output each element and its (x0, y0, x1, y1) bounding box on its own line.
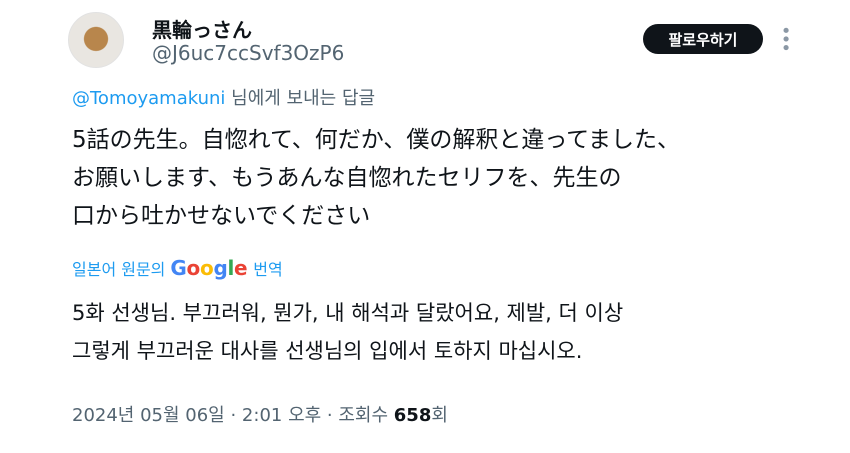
tweet-meta: 2024년 05월 06일 · 2:01 오후 · 조회수 658회 (72, 401, 448, 427)
reply-mention-link[interactable]: @Tomoyamakuni (72, 88, 225, 109)
more-dots-icon[interactable]: ••• (775, 25, 796, 51)
tweet-text-line: お願いします、もうあんな自惚れたセリフを、先生の (72, 165, 622, 191)
tweet-text-line: 口から吐かせないでください (72, 203, 371, 229)
translation-attribution[interactable]: 일본어 원문의 Google 번역 (72, 256, 283, 280)
reply-context-label: 님에게 보내는 답글 (225, 88, 376, 109)
tweet-date[interactable]: 2024년 05월 06일 (72, 405, 225, 426)
tweet-text-line: 5話の先生。自惚れて、何だか、僕の解釈と違ってました、 (72, 127, 681, 153)
translated-text-line: 5화 선생님. 부끄러워, 뭔가, 내 해석과 달랐어요, 제발, 더 이상 (72, 301, 624, 325)
meta-separator: · (321, 405, 339, 426)
tweet-time[interactable]: 2:01 오후 (242, 405, 321, 426)
reply-context: @Tomoyamakuni 님에게 보내는 답글 (72, 84, 375, 110)
translation-source-label: 일본어 원문의 (72, 260, 166, 279)
avatar[interactable] (68, 12, 124, 68)
google-logo: Google (170, 256, 248, 280)
tweet-text: 5話の先生。自惚れて、何だか、僕の解釈と違ってました、 お願いします、もうあんな… (72, 121, 812, 235)
follow-button[interactable]: 팔로우하기 (643, 24, 763, 54)
translation-label: 번역 (253, 260, 283, 279)
author-handle[interactable]: @J6uc7ccSvf3OzP6 (152, 41, 344, 65)
views-count: 658 (393, 405, 432, 426)
views-label: 조회수 (338, 405, 394, 426)
author-name[interactable]: 黒輪っさん (152, 14, 252, 43)
translated-text-line: 그렇게 부끄러운 대사를 선생님의 입에서 토하지 마십시오. (72, 339, 583, 363)
meta-separator: · (224, 405, 242, 426)
views-suffix: 회 (431, 405, 448, 426)
translated-text: 5화 선생님. 부끄러워, 뭔가, 내 해석과 달랐어요, 제발, 더 이상 그… (72, 294, 812, 370)
